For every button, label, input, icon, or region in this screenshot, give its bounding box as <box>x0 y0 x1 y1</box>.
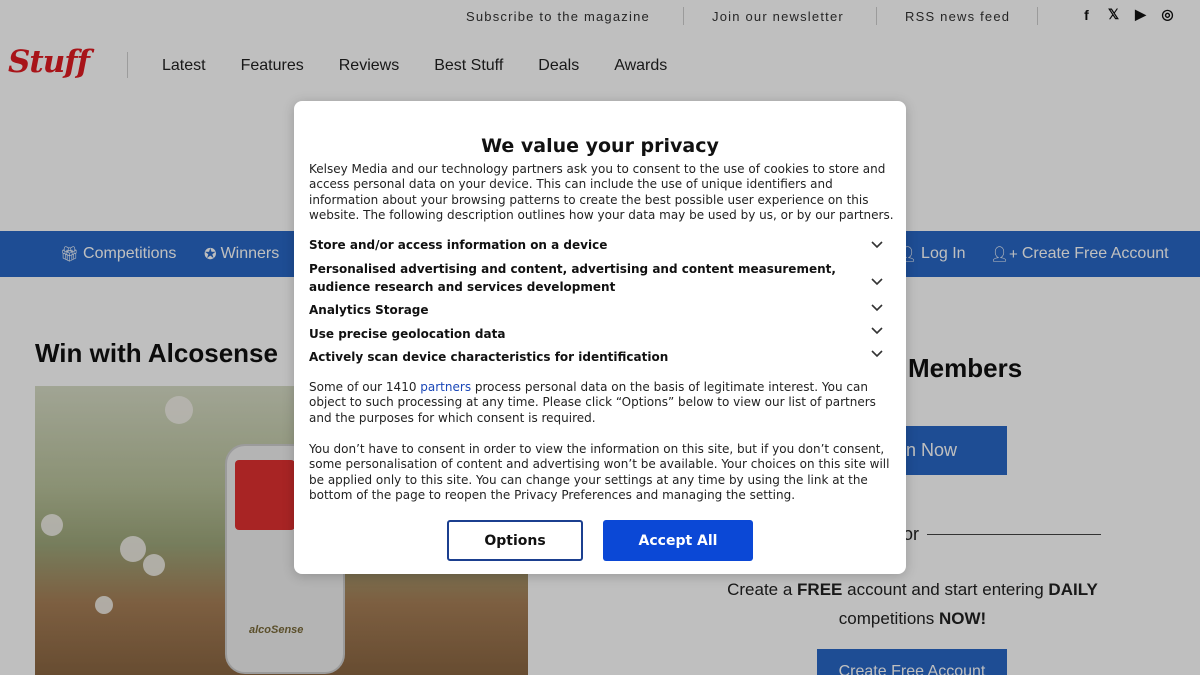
privacy-consent-dialog: We value your privacy Kelsey Media and o… <box>294 101 906 574</box>
chevron-down-icon[interactable] <box>870 275 884 289</box>
purpose-label: Actively scan device characteristics for… <box>309 350 669 364</box>
purpose-label: Use precise geolocation data <box>309 327 506 341</box>
purpose-row[interactable]: Actively scan device characteristics for… <box>309 349 894 367</box>
purpose-label: Personalised advertising and content, ad… <box>309 262 836 294</box>
purpose-row[interactable]: Use precise geolocation data <box>309 326 894 344</box>
consent-intro: Kelsey Media and our technology partners… <box>309 162 894 222</box>
purpose-row[interactable]: Store and/or access information on a dev… <box>309 237 894 255</box>
dialog-title: We value your privacy <box>481 135 719 157</box>
legitimate-interest-text: Some of our 1410 partners process person… <box>309 380 894 426</box>
legit-text: Some of our 1410 <box>309 380 421 394</box>
chevron-down-icon[interactable] <box>870 324 884 338</box>
consent-notice: You don’t have to consent in order to vi… <box>309 442 890 502</box>
chevron-down-icon[interactable] <box>870 238 884 252</box>
purpose-row[interactable]: Personalised advertising and content, ad… <box>309 261 894 296</box>
purpose-label: Analytics Storage <box>309 303 429 317</box>
chevron-down-icon[interactable] <box>870 347 884 361</box>
partners-link[interactable]: partners <box>420 380 471 394</box>
purpose-label: Store and/or access information on a dev… <box>309 238 608 252</box>
options-button[interactable]: Options <box>447 520 583 561</box>
chevron-down-icon[interactable] <box>870 301 884 315</box>
accept-all-button[interactable]: Accept All <box>603 520 753 561</box>
purpose-row[interactable]: Analytics Storage <box>309 302 894 320</box>
